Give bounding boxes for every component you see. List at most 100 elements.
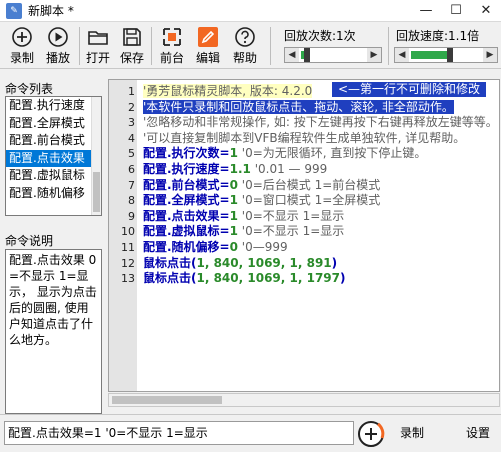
keyword-text: 配置.点击效果=	[143, 208, 230, 223]
comment-text: '本软件只录制和回放鼠标点击、拖动、滚轮, 非全部动作。	[143, 99, 454, 114]
save-label: 保存	[119, 51, 144, 65]
play-button[interactable]: 播放	[42, 25, 74, 69]
value-text: 0	[229, 177, 238, 192]
save-button[interactable]: 保存	[116, 25, 148, 69]
code-text: 配置.执行次数=1 '0=为无限循环, 直到按下停止键。	[143, 146, 426, 162]
slider-right-arrow-icon[interactable]: ▶	[367, 48, 381, 62]
comment-text: '忽略移动和非常规操作, 如: 按下左键再按下右键再释放左键等等。	[143, 115, 498, 130]
code-text: 配置.虚拟鼠标=1 '0=不显示 1=显示	[143, 224, 344, 240]
code-line[interactable]: 9 配置.点击效果=1 '0=不显示 1=显示	[109, 209, 499, 225]
keyword-text: 鼠标点击(	[143, 255, 197, 270]
open-button[interactable]: 打开	[82, 25, 114, 69]
slider-left-arrow-icon[interactable]: ◀	[395, 48, 409, 62]
record-button[interactable]: 录制	[6, 25, 38, 69]
comment-text: '0=不显示 1=显示	[237, 224, 345, 239]
value-text: 0	[229, 240, 238, 254]
play-count-slider[interactable]: ◀ ▶	[284, 47, 382, 63]
help-label: 帮助	[232, 51, 257, 65]
code-line[interactable]: 6 配置.执行速度=1.1 '0.01 — 999	[109, 162, 499, 178]
minimize-button[interactable]: —	[411, 0, 441, 22]
comment-text: '0=为无限循环, 直到按下停止键。	[237, 146, 427, 161]
code-line[interactable]: 13 鼠标点击(1, 840, 1069, 1, 1797)	[109, 271, 499, 287]
keyword-text: 配置.虚拟鼠标=	[143, 224, 230, 239]
line-number: 4	[128, 131, 135, 145]
slider-right-arrow-icon[interactable]: ▶	[483, 48, 497, 62]
code-line[interactable]: 5 配置.执行次数=1 '0=为无限循环, 直到按下停止键。	[109, 146, 499, 162]
edit-label: 编辑	[195, 51, 220, 65]
code-text: 鼠标点击(1, 840, 1069, 1, 891)	[143, 256, 337, 272]
value-text: 1	[229, 208, 238, 223]
value-text: 1	[229, 193, 238, 208]
command-list-item[interactable]: 配置.执行速度	[6, 97, 92, 115]
code-line[interactable]: 1 '勇芳鼠标精灵脚本, 版本: 4.2.0	[109, 84, 499, 100]
keyword-text: 配置.前台模式=	[143, 177, 230, 192]
code-line[interactable]: 3 '忽略移动和非常规操作, 如: 按下左键再按下右键再释放左键等等。	[109, 115, 499, 131]
status-bar: 配置.点击效果=1 '0=不显示 1=显示 录制 设置	[0, 414, 501, 452]
command-list-item[interactable]: 配置.随机偏移	[6, 185, 92, 203]
play-icon	[48, 27, 68, 47]
comment-text: )	[340, 271, 346, 286]
slider-left-arrow-icon[interactable]: ◀	[285, 48, 299, 62]
keyword-text: 配置.全屏模式=	[143, 193, 230, 208]
foreground-button[interactable]: 前台	[156, 25, 188, 69]
code-line[interactable]: 7 配置.前台模式=0 '0=后台模式 1=前台模式	[109, 177, 499, 194]
code-text: 鼠标点击(1, 840, 1069, 1, 1797)	[143, 271, 345, 287]
command-list-item[interactable]: 配置.全屏模式	[6, 115, 92, 133]
play-count-thumb[interactable]	[304, 48, 310, 62]
window-title: 新脚本 *	[28, 4, 74, 18]
toolbar-divider	[151, 27, 152, 65]
line-number: 8	[128, 194, 135, 208]
value-text: 1	[229, 224, 238, 239]
edit-button[interactable]: 编辑	[192, 25, 224, 69]
play-speed-slider[interactable]: ◀ ▶	[394, 47, 498, 63]
keyword-text: 鼠标点击(	[143, 271, 197, 286]
code-text: 配置.随机偏移=0 '0—999	[143, 240, 288, 256]
code-line[interactable]: 2 '本软件只录制和回放鼠标点击、拖动、滚轮, 非全部动作。	[109, 99, 499, 116]
code-text: 配置.执行速度=1.1 '0.01 — 999	[143, 162, 327, 178]
editor-horizontal-scrollbar[interactable]	[108, 393, 500, 407]
floppy-icon	[123, 28, 141, 46]
play-speed-thumb[interactable]	[447, 48, 453, 62]
code-line[interactable]: 8 配置.全屏模式=1 '0=窗口模式 1=全屏模式	[109, 193, 499, 209]
command-list: 配置.执行速度 配置.全屏模式 配置.前台模式 配置.点击效果 配置.虚拟鼠标 配置.随机…	[5, 96, 102, 216]
command-list-scrollbar[interactable]	[91, 97, 101, 215]
close-button[interactable]: ✕	[471, 0, 501, 22]
code-line[interactable]: 11 配置.随机偏移=0 '0—999	[109, 240, 499, 256]
line-number: 2	[128, 100, 135, 114]
comment-text: '0.01 — 999	[250, 162, 328, 176]
line-number: 10	[121, 225, 135, 239]
command-list-title: 命令列表	[5, 82, 54, 96]
code-line[interactable]: 10 配置.虚拟鼠标=1 '0=不显示 1=显示	[109, 224, 499, 240]
frame-icon	[163, 28, 181, 46]
open-label: 打开	[85, 51, 110, 65]
code-line[interactable]: 12 鼠标点击(1, 840, 1069, 1, 891)	[109, 256, 499, 272]
command-list-item[interactable]: 配置.虚拟鼠标	[6, 167, 92, 185]
maximize-button[interactable]: ☐	[441, 0, 471, 22]
line-number: 3	[128, 116, 135, 130]
value-text: 1, 840, 1069, 1, 1797	[196, 271, 341, 286]
status-settings-button[interactable]: 设置	[462, 421, 494, 445]
script-editor[interactable]: <—第一行不可删除和修改 1 '勇芳鼠标精灵脚本, 版本: 4.2.0 2 '本软件只…	[108, 79, 500, 392]
scrollbar-thumb[interactable]	[93, 172, 100, 212]
code-line[interactable]: 4 '可以直接复制脚本到VFB编程软件生成单独软件, 详见帮助。	[109, 131, 499, 147]
command-list-item[interactable]: 配置.前台模式	[6, 132, 92, 150]
help-button[interactable]: 帮助	[229, 25, 261, 69]
command-description-title: 命令说明	[5, 234, 54, 248]
keyword-text: 配置.执行速度=	[143, 162, 230, 176]
toolbar-divider	[270, 27, 271, 65]
play-speed-label: 回放速度:1.1倍	[396, 29, 480, 43]
status-record-button[interactable]: 录制	[396, 421, 428, 445]
comment-text: '0=窗口模式 1=全屏模式	[237, 193, 381, 208]
value-text: 1.1	[229, 162, 251, 176]
line-number: 1	[128, 85, 135, 98]
comment-text: '0=后台模式 1=前台模式	[237, 177, 381, 192]
command-list-item[interactable]: 配置.点击效果	[6, 149, 92, 167]
code-text: 配置.点击效果=1 '0=不显示 1=显示	[143, 209, 344, 225]
scrollbar-thumb[interactable]	[112, 396, 222, 404]
code-text: '忽略移动和非常规操作, 如: 按下左键再按下右键再释放左键等等。	[143, 115, 498, 131]
comment-text: )	[331, 255, 338, 270]
line-number: 5	[128, 147, 135, 161]
app-icon: ✎	[6, 2, 22, 19]
value-text: 1, 840, 1069, 1, 891	[196, 255, 332, 270]
line-number: 12	[121, 256, 135, 270]
